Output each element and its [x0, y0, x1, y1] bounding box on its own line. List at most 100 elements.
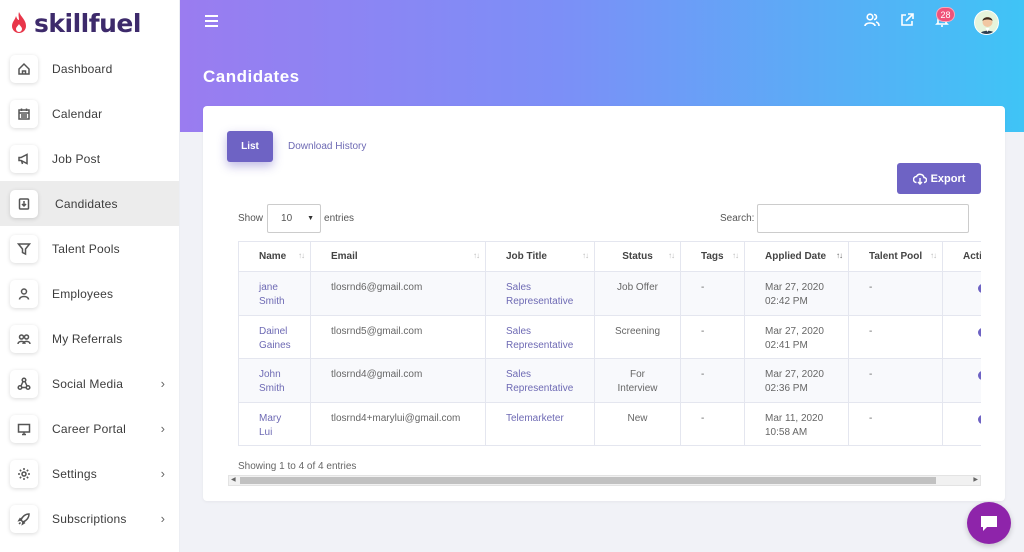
column-header-label: Acti	[963, 251, 981, 262]
sidebar-item-talent-pools[interactable]: Talent Pools	[0, 226, 179, 271]
cell-line: Mar 27, 2020	[765, 325, 824, 337]
cell-line: Sales	[506, 282, 532, 293]
cell-line: Representative	[506, 339, 574, 351]
entries-select[interactable]: 10 ▼	[267, 204, 322, 233]
sidebar: skillfuel Dashboard Calendar Job Post Candi…	[0, 0, 180, 552]
cell-line: Mary	[259, 412, 282, 424]
cell-line: Lui	[259, 426, 273, 438]
sort-icon: ↑↓	[930, 251, 937, 260]
cell-line: New	[627, 412, 648, 424]
status-cell: New	[594, 401, 681, 446]
table-row[interactable]: John Smith tlosrnd4@gmail.com Sales Represen…	[238, 358, 981, 403]
sidebar-item-subscriptions[interactable]: Subscriptions ›	[0, 496, 179, 541]
column-header-status[interactable]: Status ↑↓	[594, 241, 681, 272]
candidate-name-link[interactable]: John Smith	[238, 358, 311, 403]
sidebar-item-candidates[interactable]: Candidates	[0, 181, 179, 226]
cell-line: Job Offer	[617, 282, 658, 293]
table-row[interactable]: jane Smith tlosrnd6@gmail.com Sales Represen…	[238, 271, 981, 316]
column-header-label: Name	[259, 251, 287, 262]
chat-button[interactable]	[967, 502, 1011, 544]
job-title-link[interactable]: Sales Representative	[485, 314, 595, 359]
email-cell: tlosrnd4+marylui@gmail.com	[310, 401, 486, 446]
users-icon	[10, 324, 38, 353]
cell-line: Smith	[259, 296, 285, 307]
table-row[interactable]: Mary Lui tlosrnd4+marylui@gmail.com Telemar…	[238, 401, 981, 446]
column-header-label: Job Title	[506, 251, 547, 262]
tab-download-history[interactable]: Download History	[288, 141, 366, 152]
sidebar-item-dashboard[interactable]: Dashboard	[0, 46, 179, 91]
job-title-link[interactable]: Sales Representative	[485, 358, 595, 403]
show-label: Show	[238, 213, 264, 224]
cell-line: Telemarketer	[506, 412, 564, 424]
email-cell: tlosrnd6@gmail.com	[310, 271, 486, 316]
sort-icon: ↑↓	[836, 251, 843, 260]
sidebar-item-calendar[interactable]: Calendar	[0, 91, 179, 136]
sidebar-item-settings[interactable]: Settings ›	[0, 451, 179, 496]
home-icon	[10, 54, 38, 83]
sidebar-item-label: Subscriptions	[52, 511, 127, 526]
scrollbar-thumb[interactable]	[240, 477, 936, 484]
filter-icon	[10, 234, 38, 263]
megaphone-icon	[10, 144, 38, 173]
sort-icon: ↑↓	[473, 251, 480, 260]
scroll-right-icon[interactable]: ▶	[973, 476, 978, 485]
column-header-tags[interactable]: Tags ↑↓	[680, 241, 745, 272]
candidates-table: Name ↑↓ Email ↑↓ Job Title ↑↓ Status ↑↓ Tags ↑↓ Ap…	[238, 241, 981, 446]
sort-icon: ↑↓	[298, 251, 305, 260]
tags-cell: -	[680, 314, 745, 359]
column-header-applied-date[interactable]: Applied Date ↑↓	[744, 241, 849, 272]
applied-date-cell: Mar 27, 2020 02:41 PM	[744, 314, 849, 359]
scroll-left-icon[interactable]: ◀	[231, 476, 236, 485]
sidebar-item-employees[interactable]: Employees	[0, 271, 179, 316]
column-header-job-title[interactable]: Job Title ↑↓	[485, 241, 595, 272]
sidebar-item-my-referrals[interactable]: My Referrals	[0, 316, 179, 361]
sidebar-item-label: Calendar	[52, 106, 103, 121]
candidate-name-link[interactable]: jane Smith	[238, 271, 311, 316]
cell-line: Representative	[506, 296, 574, 307]
users-icon[interactable]	[864, 12, 882, 30]
cell-line: 02:42 PM	[765, 296, 808, 307]
cell-line: Smith	[259, 383, 285, 394]
brand-name: skillfuel	[34, 8, 141, 38]
column-header-label: Applied Date	[765, 251, 827, 262]
horizontal-scrollbar[interactable]: ◀ ▶	[228, 475, 981, 486]
download-box-icon	[10, 189, 38, 218]
column-header-name[interactable]: Name ↑↓	[238, 241, 311, 272]
status-cell: For Interview	[594, 358, 681, 403]
search-control: Search:	[720, 204, 970, 233]
sidebar-item-label: Job Post	[52, 151, 101, 166]
chevron-right-icon: ›	[160, 421, 165, 436]
tab-list[interactable]: List	[227, 131, 273, 162]
flame-icon	[12, 12, 26, 33]
job-title-link[interactable]: Sales Representative	[485, 271, 595, 316]
table-row[interactable]: Dainel Gaines tlosrnd5@gmail.com Sales Repre…	[238, 314, 981, 359]
info-icon[interactable]: i	[978, 371, 981, 380]
sidebar-item-label: Social Media	[52, 376, 124, 391]
monitor-icon	[10, 414, 38, 443]
column-header-email[interactable]: Email ↑↓	[310, 241, 486, 272]
column-header-acti[interactable]: Acti	[942, 241, 981, 272]
job-title-link[interactable]: Telemarketer	[485, 401, 595, 446]
notification-badge: 28	[936, 7, 955, 22]
sidebar-nav: Dashboard Calendar Job Post Candidates Talen…	[0, 46, 179, 541]
candidate-name-link[interactable]: Dainel Gaines	[238, 314, 311, 359]
info-icon[interactable]: i	[978, 327, 981, 337]
candidate-name-link[interactable]: Mary Lui	[238, 401, 311, 446]
action-cell: i	[942, 271, 981, 316]
logo[interactable]: skillfuel	[0, 0, 179, 46]
export-button[interactable]: Export	[897, 163, 981, 194]
info-icon[interactable]: i	[978, 414, 981, 424]
external-link-icon[interactable]	[899, 12, 917, 30]
column-header-talent-pool[interactable]: Talent Pool ↑↓	[848, 241, 943, 272]
info-icon[interactable]: i	[978, 284, 981, 293]
email-cell: tlosrnd4@gmail.com	[310, 358, 486, 403]
search-input[interactable]	[757, 204, 970, 233]
sort-icon: ↑↓	[668, 251, 675, 260]
sidebar-item-job-post[interactable]: Job Post	[0, 136, 179, 181]
sidebar-item-social-media[interactable]: Social Media ›	[0, 361, 179, 406]
avatar[interactable]	[974, 10, 999, 35]
sidebar-item-label: Employees	[52, 286, 114, 301]
menu-toggle-icon[interactable]	[205, 15, 218, 30]
cloud-download-icon	[912, 173, 927, 185]
sidebar-item-career-portal[interactable]: Career Portal ›	[0, 406, 179, 451]
